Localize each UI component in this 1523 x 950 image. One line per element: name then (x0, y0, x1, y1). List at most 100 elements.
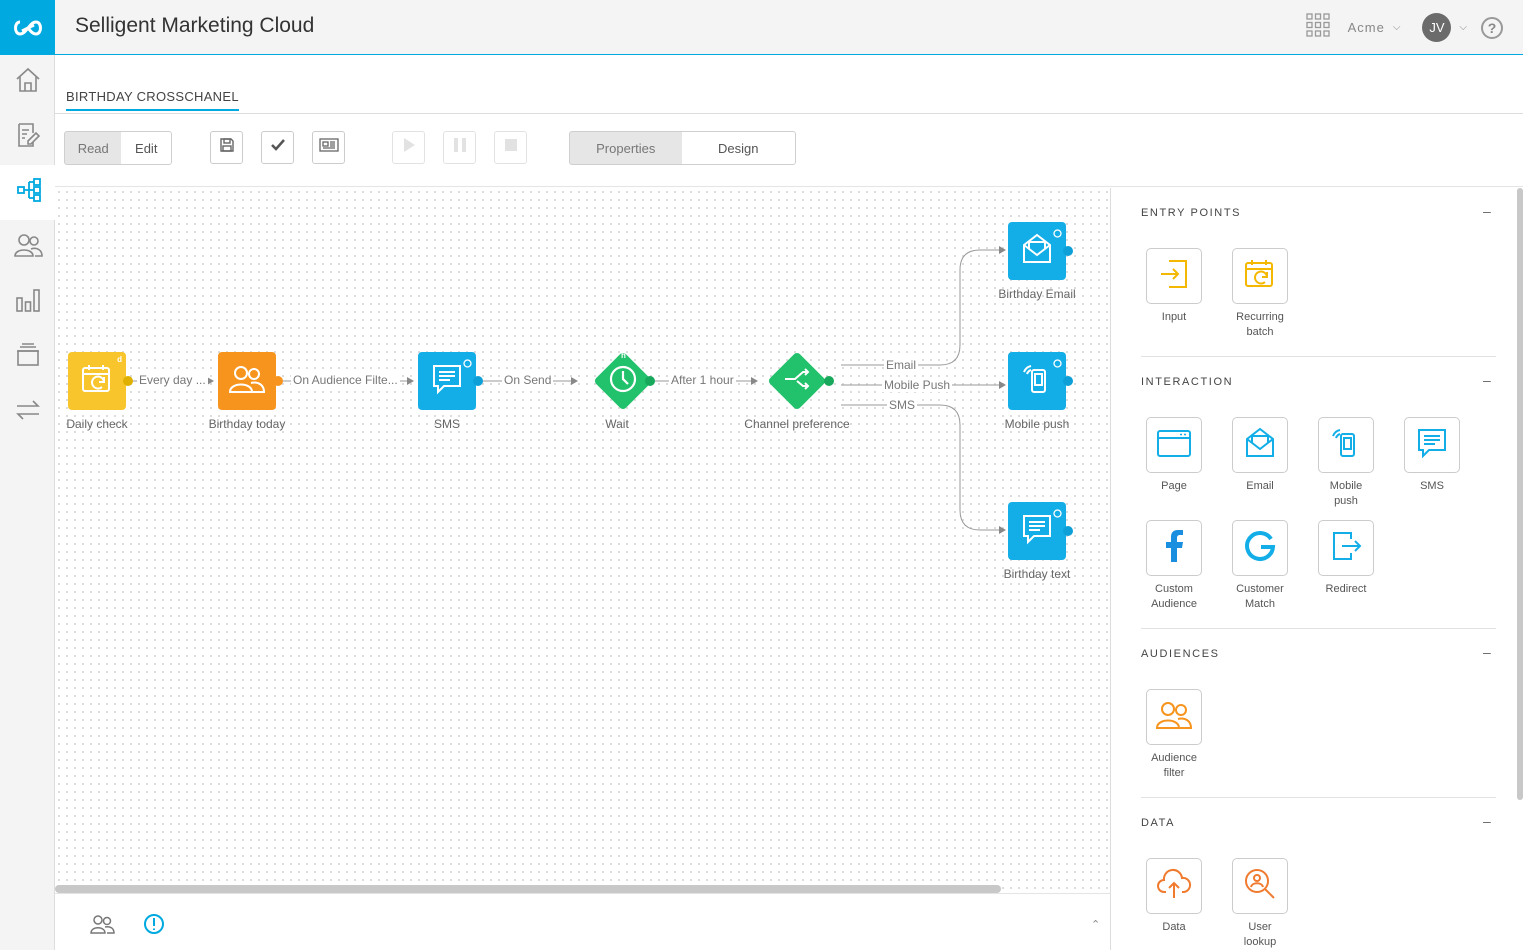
output-port[interactable] (1063, 526, 1073, 536)
stop-icon (504, 138, 518, 157)
sign-in-icon (1157, 257, 1191, 296)
edge-label-every-day: Every day ... (137, 373, 208, 387)
collapse-data[interactable]: – (1483, 813, 1491, 829)
users-icon[interactable] (89, 913, 115, 940)
palette-sms[interactable] (1404, 417, 1460, 473)
mobile-push-icon (1020, 362, 1054, 401)
output-port[interactable] (123, 376, 133, 386)
edge-label-sms: SMS (887, 398, 918, 412)
node-birthday-text[interactable] (1008, 502, 1066, 560)
palette-custom-audience[interactable] (1146, 520, 1202, 576)
logo-icon[interactable] (0, 0, 55, 55)
edge-label-after-hour: After 1 hour (669, 373, 736, 387)
node-label: Birthday today (208, 417, 286, 431)
mode-toggle: Read Edit (64, 131, 172, 165)
audience-icon (227, 362, 267, 401)
palette-mobile-push[interactable] (1318, 417, 1374, 473)
floppy-disk-icon (219, 137, 235, 158)
vertical-scrollbar[interactable] (1517, 188, 1523, 800)
node-label: SMS (433, 417, 460, 431)
output-port[interactable] (645, 376, 655, 386)
palette-label: Mobile push (1329, 480, 1363, 507)
node-label: Channel preference (744, 417, 850, 431)
read-button[interactable]: Read (65, 132, 121, 164)
nav-home[interactable] (0, 55, 55, 110)
top-bar: Selligent Marketing Cloud Acme ⌵ JV ⌵ ? (0, 0, 1523, 55)
pause-button[interactable] (443, 131, 476, 164)
collapse-audiences[interactable]: – (1483, 644, 1491, 660)
divider (1141, 797, 1496, 798)
output-port[interactable] (824, 376, 834, 386)
properties-button[interactable]: Properties (570, 132, 682, 164)
google-icon (1244, 530, 1276, 567)
nav-transfers[interactable] (0, 385, 55, 440)
warning-info-icon[interactable] (143, 913, 165, 940)
redirect-icon (1329, 529, 1363, 568)
palette-customer-match[interactable] (1232, 520, 1288, 576)
edge-label-on-send: On Send (502, 373, 554, 387)
palette-recurring-batch[interactable] (1232, 248, 1288, 304)
node-daily-check[interactable]: d (68, 352, 126, 410)
node-label: Wait (605, 417, 629, 431)
play-icon (402, 137, 416, 158)
palette-page[interactable] (1146, 417, 1202, 473)
output-port[interactable] (273, 376, 283, 386)
connectors (132, 246, 1006, 534)
node-mobile-push[interactable] (1008, 352, 1066, 410)
palette-input[interactable] (1146, 248, 1202, 304)
avatar[interactable]: JV (1422, 13, 1452, 42)
nav-reports[interactable] (0, 275, 55, 330)
node-wait[interactable]: h (593, 351, 653, 411)
nav-journeys[interactable] (0, 165, 55, 220)
output-port[interactable] (1063, 376, 1073, 386)
sms-message-icon (1415, 426, 1449, 465)
node-palette-panel: ENTRY POINTS – Input Recurring batch INTE… (1110, 188, 1523, 950)
expand-up-icon[interactable]: ⌃ (1091, 918, 1100, 931)
pause-icon (453, 137, 467, 158)
journey-flow-icon (15, 176, 43, 209)
apps-grid-icon[interactable] (1305, 13, 1330, 42)
nav-archive[interactable] (0, 330, 55, 385)
edit-button[interactable]: Edit (121, 132, 171, 164)
palette-data[interactable] (1146, 858, 1202, 914)
palette-label: Customer Match (1236, 583, 1284, 610)
preview-button[interactable] (312, 131, 345, 164)
validate-button[interactable] (261, 131, 294, 164)
palette-user-lookup[interactable] (1232, 858, 1288, 914)
newspaper-icon (318, 137, 339, 158)
nav-audiences[interactable] (0, 220, 55, 275)
journey-canvas[interactable]: Every day ... On Audience Filte... On Se… (55, 188, 1110, 893)
output-port[interactable] (1063, 246, 1073, 256)
palette-label: Data (1162, 921, 1186, 933)
tab-journey[interactable]: BIRTHDAY CROSSCHANEL (66, 89, 239, 111)
node-birthday-today[interactable] (218, 352, 276, 410)
palette-label: Page (1161, 480, 1187, 492)
stop-button[interactable] (494, 131, 527, 164)
chevron-down-icon[interactable]: ⌵ (1393, 22, 1401, 33)
design-button[interactable]: Design (681, 132, 795, 164)
nav-content[interactable] (0, 110, 55, 165)
help-icon[interactable]: ? (1481, 16, 1503, 39)
view-toggle: Properties Design (569, 131, 796, 165)
org-selector[interactable]: Acme (1348, 20, 1385, 35)
palette-label: User lookup (1243, 921, 1277, 948)
node-label: Birthday text (1003, 567, 1071, 581)
node-sms[interactable] (418, 352, 476, 410)
settings-badge-icon (1053, 225, 1062, 243)
section-title-interaction: INTERACTION (1141, 376, 1234, 388)
edge-label-mobile-push: Mobile Push (882, 378, 953, 392)
output-port[interactable] (473, 376, 483, 386)
play-button[interactable] (392, 131, 425, 164)
collapse-interaction[interactable]: – (1483, 372, 1491, 388)
save-button[interactable] (210, 131, 243, 164)
chevron-down-icon[interactable]: ⌵ (1459, 22, 1467, 33)
horizontal-scrollbar[interactable] (55, 885, 1001, 893)
node-channel-preference[interactable] (767, 351, 827, 411)
palette-audience-filter[interactable] (1146, 689, 1202, 745)
app-title: Selligent Marketing Cloud (75, 14, 315, 37)
palette-redirect[interactable] (1318, 520, 1374, 576)
collapse-entry-points[interactable]: – (1483, 203, 1491, 219)
node-birthday-email[interactable] (1008, 222, 1066, 280)
palette-label: Email (1246, 480, 1274, 492)
palette-email[interactable] (1232, 417, 1288, 473)
